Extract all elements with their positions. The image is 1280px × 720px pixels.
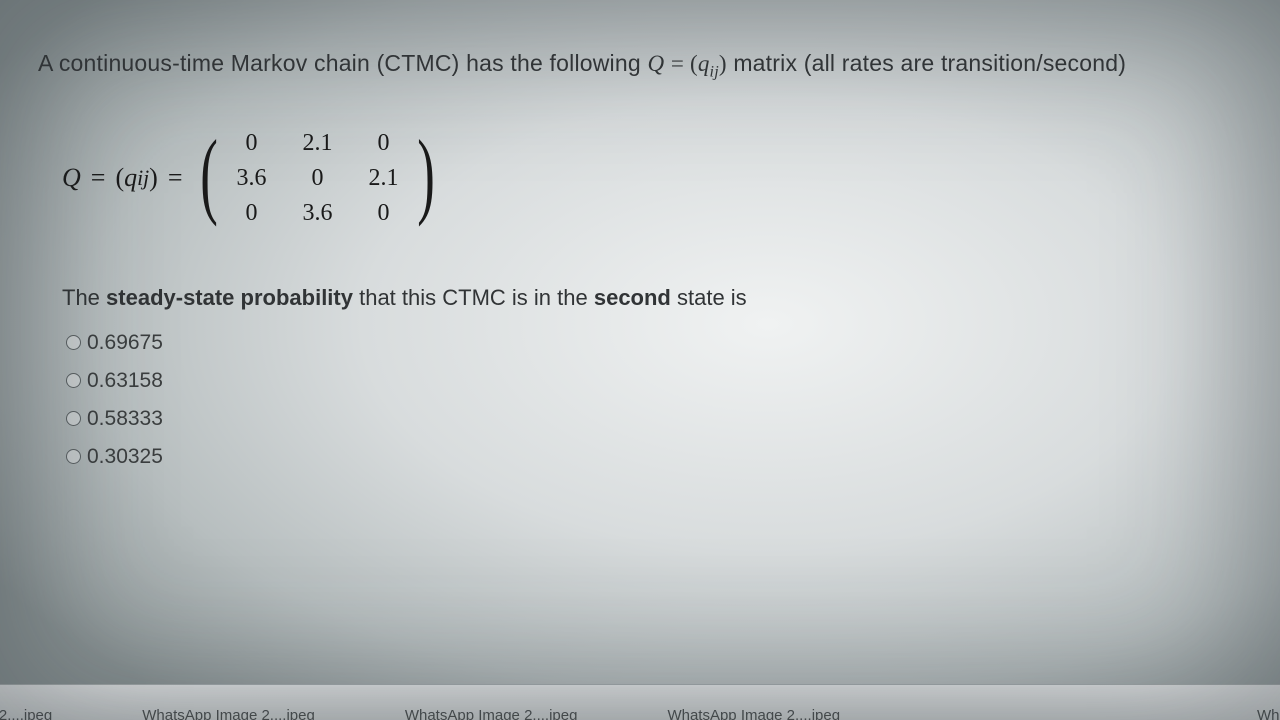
intro-eq: = <box>671 51 690 76</box>
matrix-eq1: = <box>91 163 106 193</box>
matrix-cell: 0 <box>218 196 284 231</box>
download-filename: WhatsApp Image 2....jpeg <box>142 707 315 720</box>
matrix-lhs-paren-open: ( <box>115 163 124 193</box>
question-intro: A continuous-time Markov chain (CTMC) ha… <box>38 50 1242 82</box>
matrix-lhs-sub: ij <box>137 166 149 191</box>
prompt-b1: steady-state probability <box>106 285 353 310</box>
answer-option-1[interactable]: 0.69675 <box>66 331 1242 355</box>
matrix-row: 3.6 0 2.1 <box>218 161 416 196</box>
question-prompt: The steady-state probability that this C… <box>62 285 1242 311</box>
matrix-row: 0 2.1 0 <box>218 126 416 161</box>
matrix-cell: 0 <box>284 161 350 196</box>
prompt-pre: The <box>62 285 106 310</box>
download-filename: WhatsApp Image 2....jpeg <box>405 707 578 720</box>
radio-icon <box>66 449 81 464</box>
answer-option-3[interactable]: 0.58333 <box>66 407 1242 431</box>
download-item[interactable]: WhatsApp Image 2....jpeg <box>142 707 315 720</box>
download-filename: ge 2....jpeg <box>0 707 52 720</box>
browser-download-bar: ge 2....jpeg WhatsApp Image 2....jpeg Wh… <box>0 684 1280 720</box>
matrix-cell: 0 <box>350 126 416 161</box>
prompt-mid: that this CTMC is in the <box>353 285 594 310</box>
download-item[interactable]: WhatsApp Image 2....jpeg <box>405 707 578 720</box>
matrix-big-paren-close: ) <box>418 126 436 222</box>
option-label: 0.58333 <box>87 407 163 431</box>
radio-icon <box>66 335 81 350</box>
matrix-cell: 0 <box>350 196 416 231</box>
question-page: A continuous-time Markov chain (CTMC) ha… <box>0 0 1280 720</box>
intro-sub-ij: ij <box>710 64 719 81</box>
download-item[interactable]: WhatsApp Image 2....jpeg <box>667 707 840 720</box>
intro-var-q: q <box>698 51 710 76</box>
matrix-cell: 3.6 <box>218 161 284 196</box>
matrix-big-paren-open: ( <box>200 126 218 222</box>
matrix-grid: 0 2.1 0 3.6 0 2.1 0 3.6 0 <box>218 126 416 231</box>
intro-text-pre: A continuous-time Markov chain (CTMC) ha… <box>38 50 647 76</box>
matrix-eq2: = <box>168 163 183 193</box>
matrix-cell: 0 <box>218 126 284 161</box>
intro-paren-close: ) <box>719 51 727 76</box>
matrix-cell: 3.6 <box>284 196 350 231</box>
matrix-definition: Q = (qij) = ( 0 2.1 0 3.6 0 2.1 0 3.6 0 … <box>62 126 1242 231</box>
option-label: 0.30325 <box>87 445 163 469</box>
answer-options: 0.69675 0.63158 0.58333 0.30325 <box>66 331 1242 469</box>
option-label: 0.69675 <box>87 331 163 355</box>
matrix-lhs-q: q <box>124 163 137 193</box>
matrix-cell: 2.1 <box>350 161 416 196</box>
intro-text-post: matrix (all rates are transition/second) <box>733 50 1126 76</box>
radio-icon <box>66 373 81 388</box>
radio-icon <box>66 411 81 426</box>
intro-var-Q: Q <box>647 51 664 76</box>
prompt-b2: second <box>594 285 671 310</box>
matrix-row: 0 3.6 0 <box>218 196 416 231</box>
download-filename: WhatsApp Image 2....jpeg <box>667 707 840 720</box>
matrix-cell: 2.1 <box>284 126 350 161</box>
answer-option-4[interactable]: 0.30325 <box>66 445 1242 469</box>
prompt-post: state is <box>671 285 747 310</box>
download-item[interactable]: What <box>1257 707 1280 720</box>
matrix-lhs-paren-close: ) <box>149 163 158 193</box>
intro-paren-open: ( <box>690 51 698 76</box>
download-item[interactable]: ge 2....jpeg <box>0 707 52 720</box>
answer-option-2[interactable]: 0.63158 <box>66 369 1242 393</box>
matrix-lhs-Q: Q <box>62 163 81 193</box>
option-label: 0.63158 <box>87 369 163 393</box>
download-filename: What <box>1257 707 1280 720</box>
